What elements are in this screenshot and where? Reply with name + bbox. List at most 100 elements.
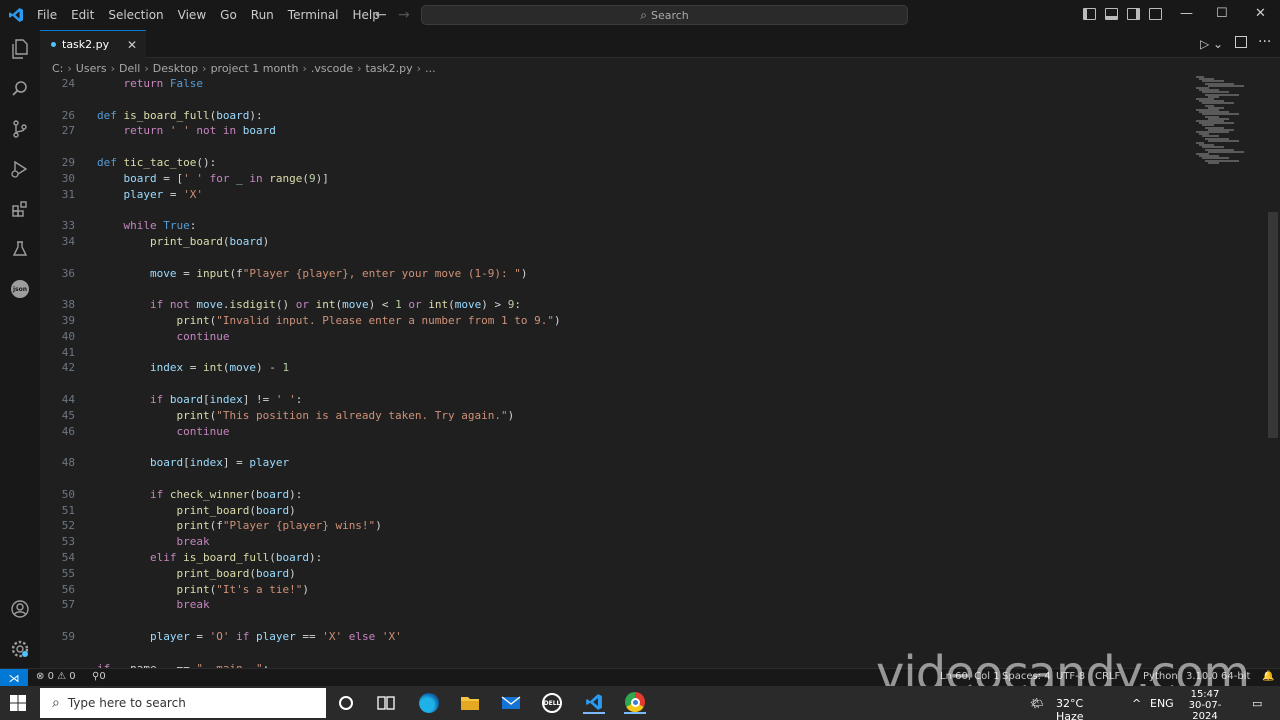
- accounts-icon[interactable]: [9, 598, 31, 620]
- weather-icon[interactable]: 🌤: [1030, 697, 1044, 710]
- code-line[interactable]: [40, 613, 1190, 629]
- code-line[interactable]: [40, 281, 1190, 297]
- code-line[interactable]: 29 def tic_tac_toe():: [40, 155, 1190, 171]
- code-editor[interactable]: 24 return False 26 def is_board_full(board…: [40, 76, 1268, 668]
- problems-indicator[interactable]: ⊗ 0 ⚠ 0: [36, 671, 76, 682]
- code-line[interactable]: 56 print("It's a tie!"): [40, 582, 1190, 598]
- code-line[interactable]: [40, 92, 1190, 108]
- code-line[interactable]: 45 print("This position is already taken…: [40, 408, 1190, 424]
- menu-file[interactable]: File: [30, 0, 64, 30]
- close-window-icon[interactable]: ✕: [1255, 6, 1266, 21]
- code-line[interactable]: [40, 250, 1190, 266]
- clock[interactable]: 15:47 30-07-2024: [1180, 689, 1230, 720]
- close-tab-icon[interactable]: ✕: [127, 38, 137, 52]
- breadcrumb-item[interactable]: task2.py: [366, 62, 413, 75]
- code-line[interactable]: 59 player = 'O' if player == 'X' else 'X…: [40, 629, 1190, 645]
- settings-gear-icon[interactable]: [9, 638, 31, 660]
- menu-run[interactable]: Run: [244, 0, 281, 30]
- code-line[interactable]: 48 board[index] = player: [40, 455, 1190, 471]
- minimize-icon[interactable]: —: [1180, 6, 1193, 21]
- code-line[interactable]: 50 if check_winner(board):: [40, 487, 1190, 503]
- vscode-taskbar-icon[interactable]: [583, 692, 605, 714]
- language-indicator[interactable]: ENG: [1150, 697, 1174, 710]
- breadcrumb-item[interactable]: ...: [425, 62, 436, 75]
- code-line[interactable]: [40, 376, 1190, 392]
- windows-start-icon[interactable]: [9, 694, 27, 715]
- forward-arrow-icon[interactable]: →: [398, 7, 410, 23]
- task-view-icon[interactable]: [375, 692, 397, 714]
- customize-layout-icon[interactable]: [1149, 8, 1162, 20]
- menu-edit[interactable]: Edit: [64, 0, 101, 30]
- dell-icon[interactable]: DELL: [541, 692, 563, 714]
- remote-indicator-icon[interactable]: ⋊: [0, 669, 28, 687]
- code-line[interactable]: 24 return False: [40, 76, 1190, 92]
- notification-center-icon[interactable]: ▭: [1252, 697, 1262, 710]
- code-line[interactable]: 31 player = 'X': [40, 187, 1190, 203]
- breadcrumb-item[interactable]: Desktop: [153, 62, 198, 75]
- code-line[interactable]: 34 print_board(board): [40, 234, 1190, 250]
- toggle-secondary-sidebar-icon[interactable]: [1127, 8, 1140, 20]
- code-line[interactable]: [40, 471, 1190, 487]
- title-bar: File Edit Selection View Go Run Terminal Help ←…: [0, 0, 1280, 30]
- code-line[interactable]: 55 print_board(board): [40, 566, 1190, 582]
- notifications-icon[interactable]: 🔔: [1262, 671, 1274, 682]
- toggle-panel-icon[interactable]: [1105, 8, 1118, 20]
- code-line[interactable]: 41: [40, 345, 1190, 361]
- source-control-icon[interactable]: [9, 118, 31, 140]
- code-text: print("It's a tie!"): [176, 582, 309, 596]
- tray-chevron-icon[interactable]: ^: [1132, 697, 1141, 710]
- mail-icon[interactable]: [500, 692, 522, 714]
- search-sidebar-icon[interactable]: [9, 78, 31, 100]
- explorer-icon[interactable]: [9, 38, 31, 60]
- maximize-icon[interactable]: ☐: [1216, 6, 1228, 21]
- editor-scrollbar[interactable]: [1268, 212, 1278, 438]
- code-line[interactable]: 52 print(f"Player {player} wins!"): [40, 518, 1190, 534]
- breadcrumb-item[interactable]: Users: [76, 62, 107, 75]
- code-line[interactable]: 46 continue: [40, 424, 1190, 440]
- code-line[interactable]: 36 move = input(f"Player {player}, enter…: [40, 266, 1190, 282]
- menu-selection[interactable]: Selection: [101, 0, 170, 30]
- more-actions-icon[interactable]: ···: [1258, 34, 1271, 50]
- testing-icon[interactable]: [9, 238, 31, 260]
- code-line[interactable]: 51 print_board(board): [40, 503, 1190, 519]
- code-line[interactable]: 54 elif is_board_full(board):: [40, 550, 1190, 566]
- code-line[interactable]: 33 while True:: [40, 218, 1190, 234]
- code-line[interactable]: 42 index = int(move) - 1: [40, 360, 1190, 376]
- code-line[interactable]: 44 if board[index] != ' ':: [40, 392, 1190, 408]
- cortana-icon[interactable]: [335, 692, 357, 714]
- breadcrumb-item[interactable]: .vscode: [311, 62, 353, 75]
- weather-text[interactable]: 32°C Haze: [1056, 697, 1084, 720]
- back-arrow-icon[interactable]: ←: [375, 7, 387, 23]
- menu-terminal[interactable]: Terminal: [281, 0, 346, 30]
- toggle-primary-sidebar-icon[interactable]: [1083, 8, 1096, 20]
- breadcrumb-item[interactable]: project 1 month: [211, 62, 299, 75]
- menu-go[interactable]: Go: [213, 0, 244, 30]
- code-line[interactable]: 38 if not move.isdigit() or int(move) < …: [40, 297, 1190, 313]
- tab-task2-py[interactable]: task2.py ✕: [40, 30, 146, 58]
- edge-browser-icon[interactable]: [418, 692, 440, 714]
- extensions-icon[interactable]: [9, 198, 31, 220]
- code-line[interactable]: [40, 202, 1190, 218]
- code-line[interactable]: 39 print("Invalid input. Please enter a …: [40, 313, 1190, 329]
- taskbar-search-box[interactable]: ⌕ Type here to search: [40, 688, 326, 718]
- chrome-icon[interactable]: [624, 692, 646, 714]
- menu-view[interactable]: View: [171, 0, 213, 30]
- code-line[interactable]: 30 board = [' ' for _ in range(9)]: [40, 171, 1190, 187]
- command-search-box[interactable]: ⌕ Search: [421, 5, 908, 25]
- ports-indicator[interactable]: ⚲0: [92, 671, 106, 682]
- code-line[interactable]: [40, 139, 1190, 155]
- json-extension-icon[interactable]: json: [9, 278, 31, 300]
- code-line[interactable]: 57 break: [40, 597, 1190, 613]
- breadcrumb-item[interactable]: Dell: [119, 62, 140, 75]
- run-debug-icon[interactable]: [9, 158, 31, 180]
- code-line[interactable]: 26 def is_board_full(board):: [40, 108, 1190, 124]
- breadcrumb-item[interactable]: C:: [52, 62, 63, 75]
- run-python-file-icon[interactable]: ▷ ⌄: [1200, 37, 1223, 51]
- code-line[interactable]: 40 continue: [40, 329, 1190, 345]
- code-line[interactable]: 53 break: [40, 534, 1190, 550]
- code-line[interactable]: [40, 439, 1190, 455]
- code-line[interactable]: 27 return ' ' not in board: [40, 123, 1190, 139]
- split-editor-icon[interactable]: [1235, 36, 1247, 48]
- file-explorer-icon[interactable]: [459, 692, 481, 714]
- minimap[interactable]: [1190, 76, 1270, 176]
